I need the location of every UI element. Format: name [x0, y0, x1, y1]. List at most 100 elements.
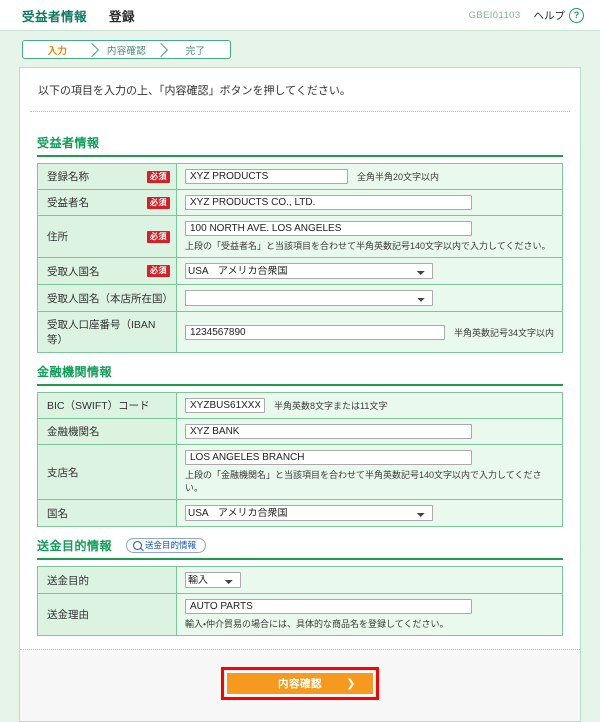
required-badge: 必須 — [147, 230, 170, 243]
bic-code-hint: 半角英数8文字または11文字 — [274, 401, 388, 411]
address-input[interactable] — [185, 221, 472, 236]
payee-country-head-select[interactable] — [185, 290, 433, 306]
field-reason: 輸入・仲介貿易の場合には、具体的な商品名を登録してください。 — [176, 593, 563, 636]
field-bene-name — [176, 189, 563, 216]
label-text: 住所 — [47, 231, 68, 243]
search-icon — [133, 540, 143, 550]
field-account-no: 半角英数記号34文字以内 — [176, 311, 563, 353]
account-no-input[interactable] — [185, 324, 445, 340]
address-note: 上段の「受益者名」と当該項目を合わせて半角英数記号140文字以内で入力してくださ… — [185, 241, 551, 251]
label-text: BIC（SWIFT）コード — [47, 400, 150, 412]
reason-input[interactable] — [185, 599, 472, 614]
table-row: BIC（SWIFT）コード 半角英数8文字または11文字 — [37, 392, 563, 419]
label-bic: BIC（SWIFT）コード — [37, 392, 177, 419]
label-text: 登録名称 — [47, 171, 89, 183]
required-badge: 必須 — [147, 196, 170, 209]
label-payee-country-head: 受取人国名（本店所在国） — [37, 284, 177, 312]
required-badge: 必須 — [147, 265, 170, 277]
label-text: 送金理由 — [47, 609, 89, 621]
purpose-lookup-button[interactable]: 送金目的情報 — [126, 537, 207, 554]
label-reason: 送金理由 — [37, 593, 177, 636]
form-footer: 内容確認 ❯ — [20, 649, 580, 721]
chevron-right-icon: ❯ — [346, 678, 356, 690]
reg-name-hint: 全角半角20文字以内 — [357, 172, 440, 182]
step-indicator-wrap: 入力 内容確認 完了 — [0, 31, 600, 67]
page-title: 受益者情報 — [22, 9, 88, 24]
section-title-purpose: 送金目的情報 — [37, 539, 113, 553]
field-bank-name — [176, 418, 563, 445]
field-bank-country: USA アメリカ合衆国 — [176, 499, 563, 527]
bank-form-table: BIC（SWIFT）コード 半角英数8文字または11文字 金融機関名 — [37, 392, 563, 527]
label-bank-name: 金融機関名 — [37, 418, 177, 445]
label-text: 受取人国名（本店所在国） — [47, 292, 173, 305]
field-address: 上段の「受益者名」と当該項目を合わせて半角英数記号140文字以内で入力してくださ… — [176, 215, 563, 258]
branch-note: 上段の「金融機関名」と当該項目を合わせて半角英数記号140文字以内で入力してくだ… — [185, 470, 542, 493]
label-account-no: 受取人口座番号（IBAN等） — [37, 311, 177, 353]
table-row: 金融機関名 — [37, 418, 563, 445]
table-row: 住所 必須 上段の「受益者名」と当該項目を合わせて半角英数記号140文字以内で入… — [37, 215, 563, 258]
label-reg-name: 登録名称 必須 — [37, 163, 177, 190]
label-bank-country: 国名 — [37, 499, 177, 527]
field-reg-name: 全角半角20文字以内 — [176, 163, 563, 190]
question-mark-icon: ? — [569, 7, 584, 23]
account-no-hint: 半角英数記号34文字以内 — [453, 327, 554, 338]
label-purpose: 送金目的 — [37, 566, 177, 594]
step-confirm: 内容確認 — [92, 41, 161, 58]
table-row: 受取人国名 必須 USA アメリカ合衆国 — [37, 257, 563, 285]
field-purpose: 輸入 — [176, 566, 563, 594]
branch-name-input[interactable] — [185, 450, 472, 465]
help-link[interactable]: ヘルプ ? — [534, 7, 584, 23]
header-right-group: GBEI01103 ヘルプ ? — [468, 7, 584, 23]
section-rule — [37, 558, 563, 560]
table-row: 受取人国名（本店所在国） — [37, 284, 563, 312]
table-row: 受取人口座番号（IBAN等） 半角英数記号34文字以内 — [37, 311, 563, 353]
field-branch: 上段の「金融機関名」と当該項目を合わせて半角英数記号140文字以内で入力してくだ… — [176, 444, 563, 500]
table-row: 受益者名 必須 — [37, 189, 563, 216]
confirm-button-label: 内容確認 — [278, 678, 322, 690]
confirm-button[interactable]: 内容確認 ❯ — [226, 672, 374, 695]
step-input: 入力 — [23, 41, 92, 58]
section-rule — [37, 155, 563, 157]
section-title-bank: 金融機関情報 — [37, 365, 113, 379]
label-text: 金融機関名 — [47, 426, 100, 438]
step-complete: 完了 — [161, 41, 230, 58]
section-header-beneficiary: 受益者情報 — [37, 134, 563, 151]
submit-highlight: 内容確認 ❯ — [221, 667, 379, 700]
bank-country-select[interactable]: USA アメリカ合衆国 — [185, 505, 433, 521]
bic-code-input[interactable] — [185, 398, 265, 413]
label-text: 支店名 — [47, 466, 79, 479]
label-branch: 支店名 — [37, 444, 177, 500]
table-row: 送金理由 輸入・仲介貿易の場合には、具体的な商品名を登録してください。 — [37, 593, 563, 636]
label-text: 受取人国名 — [47, 265, 100, 278]
app-header: 受益者情報 登録 GBEI01103 ヘルプ ? — [0, 0, 600, 31]
section-title-beneficiary: 受益者情報 — [37, 136, 100, 150]
field-payee-country-head — [176, 284, 563, 312]
screen-id: GBEI01103 — [468, 9, 521, 21]
table-row: 国名 USA アメリカ合衆国 — [37, 499, 563, 527]
page-title-action: 登録 — [109, 9, 136, 24]
bene-name-input[interactable] — [185, 195, 472, 210]
label-text: 国名 — [47, 507, 68, 520]
lead-instruction: 以下の項目を入力の上、「内容確認」ボタンを押してください。 — [38, 85, 351, 97]
table-row: 送金目的 輸入 — [37, 566, 563, 594]
table-row: 登録名称 必須 全角半角20文字以内 — [37, 163, 563, 190]
reg-name-input[interactable] — [185, 169, 348, 184]
beneficiary-form-table: 登録名称 必須 全角半角20文字以内 受益者名 必須 — [37, 163, 563, 353]
section-rule — [37, 384, 563, 386]
purpose-form-table: 送金目的 輸入 送金理由 輸入・仲介貿易の場合には、具体的な商 — [37, 566, 563, 636]
main-card: 以下の項目を入力の上、「内容確認」ボタンを押してください。 受益者情報 登録名称… — [19, 67, 581, 722]
payee-country-select[interactable]: USA アメリカ合衆国 — [185, 263, 433, 279]
label-payee-country: 受取人国名 必須 — [37, 257, 177, 285]
label-text: 送金目的 — [47, 574, 89, 587]
section-header-bank: 金融機関情報 — [37, 363, 563, 380]
label-address: 住所 必須 — [37, 215, 177, 258]
field-bic: 半角英数8文字または11文字 — [176, 392, 563, 419]
bank-name-input[interactable] — [185, 424, 472, 439]
step-indicator: 入力 内容確認 完了 — [22, 40, 231, 59]
section-header-purpose: 送金目的情報 送金目的情報 — [37, 537, 563, 554]
table-row: 支店名 上段の「金融機関名」と当該項目を合わせて半角英数記号140文字以内で入力… — [37, 444, 563, 500]
label-text: 受取人口座番号（IBAN等） — [47, 319, 156, 346]
form-body: 受益者情報 登録名称 必須 全角半角20文字以内 — [20, 112, 580, 636]
required-badge: 必須 — [147, 170, 170, 183]
reason-note: 輸入・仲介貿易の場合には、具体的な商品名を登録してください。 — [185, 619, 449, 629]
